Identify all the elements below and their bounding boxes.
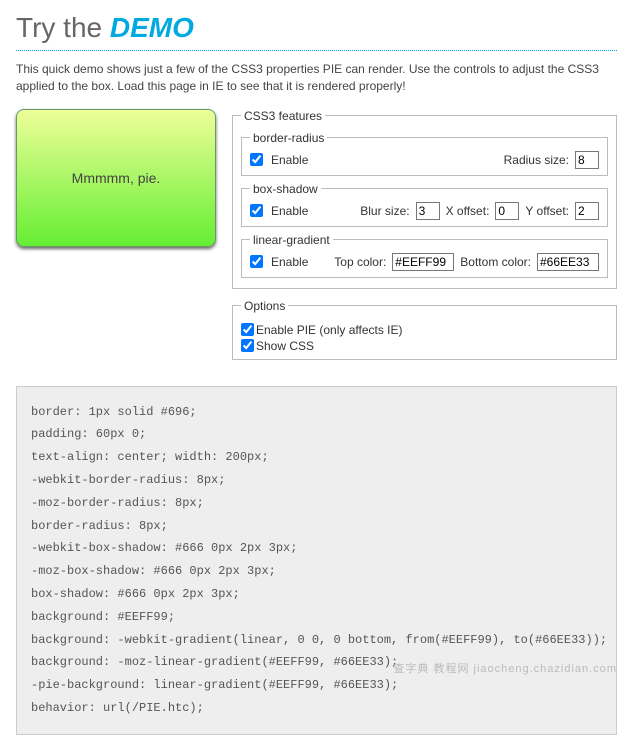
linear-gradient-enable-checkbox[interactable] — [250, 255, 263, 268]
box-shadow-enable-checkbox[interactable] — [250, 204, 263, 217]
linear-gradient-enable-label[interactable]: Enable — [271, 255, 308, 269]
border-radius-enable-checkbox[interactable] — [250, 153, 263, 166]
top-color-label: Top color: — [334, 255, 386, 269]
css3-features-legend: CSS3 features — [241, 109, 325, 123]
y-offset-input[interactable] — [575, 202, 599, 220]
enable-pie-checkbox[interactable] — [241, 323, 254, 336]
border-radius-fieldset: border-radius Enable Radius size: — [241, 131, 608, 176]
enable-pie-label[interactable]: Enable PIE (only affects IE) — [256, 323, 403, 337]
page-title: Try the DEMO — [16, 12, 617, 44]
show-css-label[interactable]: Show CSS — [256, 339, 314, 353]
css-output-block: border: 1px solid #696; padding: 60px 0;… — [16, 386, 617, 735]
radius-size-input[interactable] — [575, 151, 599, 169]
linear-gradient-legend: linear-gradient — [250, 233, 333, 247]
top-color-input[interactable] — [392, 253, 454, 271]
box-shadow-legend: box-shadow — [250, 182, 321, 196]
show-css-checkbox[interactable] — [241, 339, 254, 352]
title-prefix: Try the — [16, 12, 110, 43]
css3-features-fieldset: CSS3 features border-radius Enable Radiu… — [232, 109, 617, 289]
box-shadow-fieldset: box-shadow Enable Blur size: X offset: Y… — [241, 182, 608, 227]
x-offset-input[interactable] — [495, 202, 519, 220]
box-shadow-enable-label[interactable]: Enable — [271, 204, 308, 218]
title-divider — [16, 50, 617, 51]
bottom-color-label: Bottom color: — [460, 255, 531, 269]
y-offset-label: Y offset: — [525, 204, 569, 218]
demo-preview-box: Mmmmm, pie. — [16, 109, 216, 247]
radius-size-label: Radius size: — [504, 153, 569, 167]
linear-gradient-fieldset: linear-gradient Enable Top color: Bottom… — [241, 233, 608, 278]
controls-panel: CSS3 features border-radius Enable Radiu… — [232, 109, 617, 370]
title-demo-word: DEMO — [110, 12, 194, 43]
x-offset-label: X offset: — [446, 204, 490, 218]
bottom-color-input[interactable] — [537, 253, 599, 271]
blur-size-label: Blur size: — [360, 204, 409, 218]
border-radius-enable-label[interactable]: Enable — [271, 153, 308, 167]
options-legend: Options — [241, 299, 288, 313]
watermark-text: 查字典 教程网 jiaocheng.chazidian.com — [393, 660, 617, 676]
blur-size-input[interactable] — [416, 202, 440, 220]
demo-preview-text: Mmmmm, pie. — [72, 170, 161, 186]
border-radius-legend: border-radius — [250, 131, 327, 145]
options-fieldset: Options Enable PIE (only affects IE) Sho… — [232, 299, 617, 360]
intro-text: This quick demo shows just a few of the … — [16, 61, 617, 95]
